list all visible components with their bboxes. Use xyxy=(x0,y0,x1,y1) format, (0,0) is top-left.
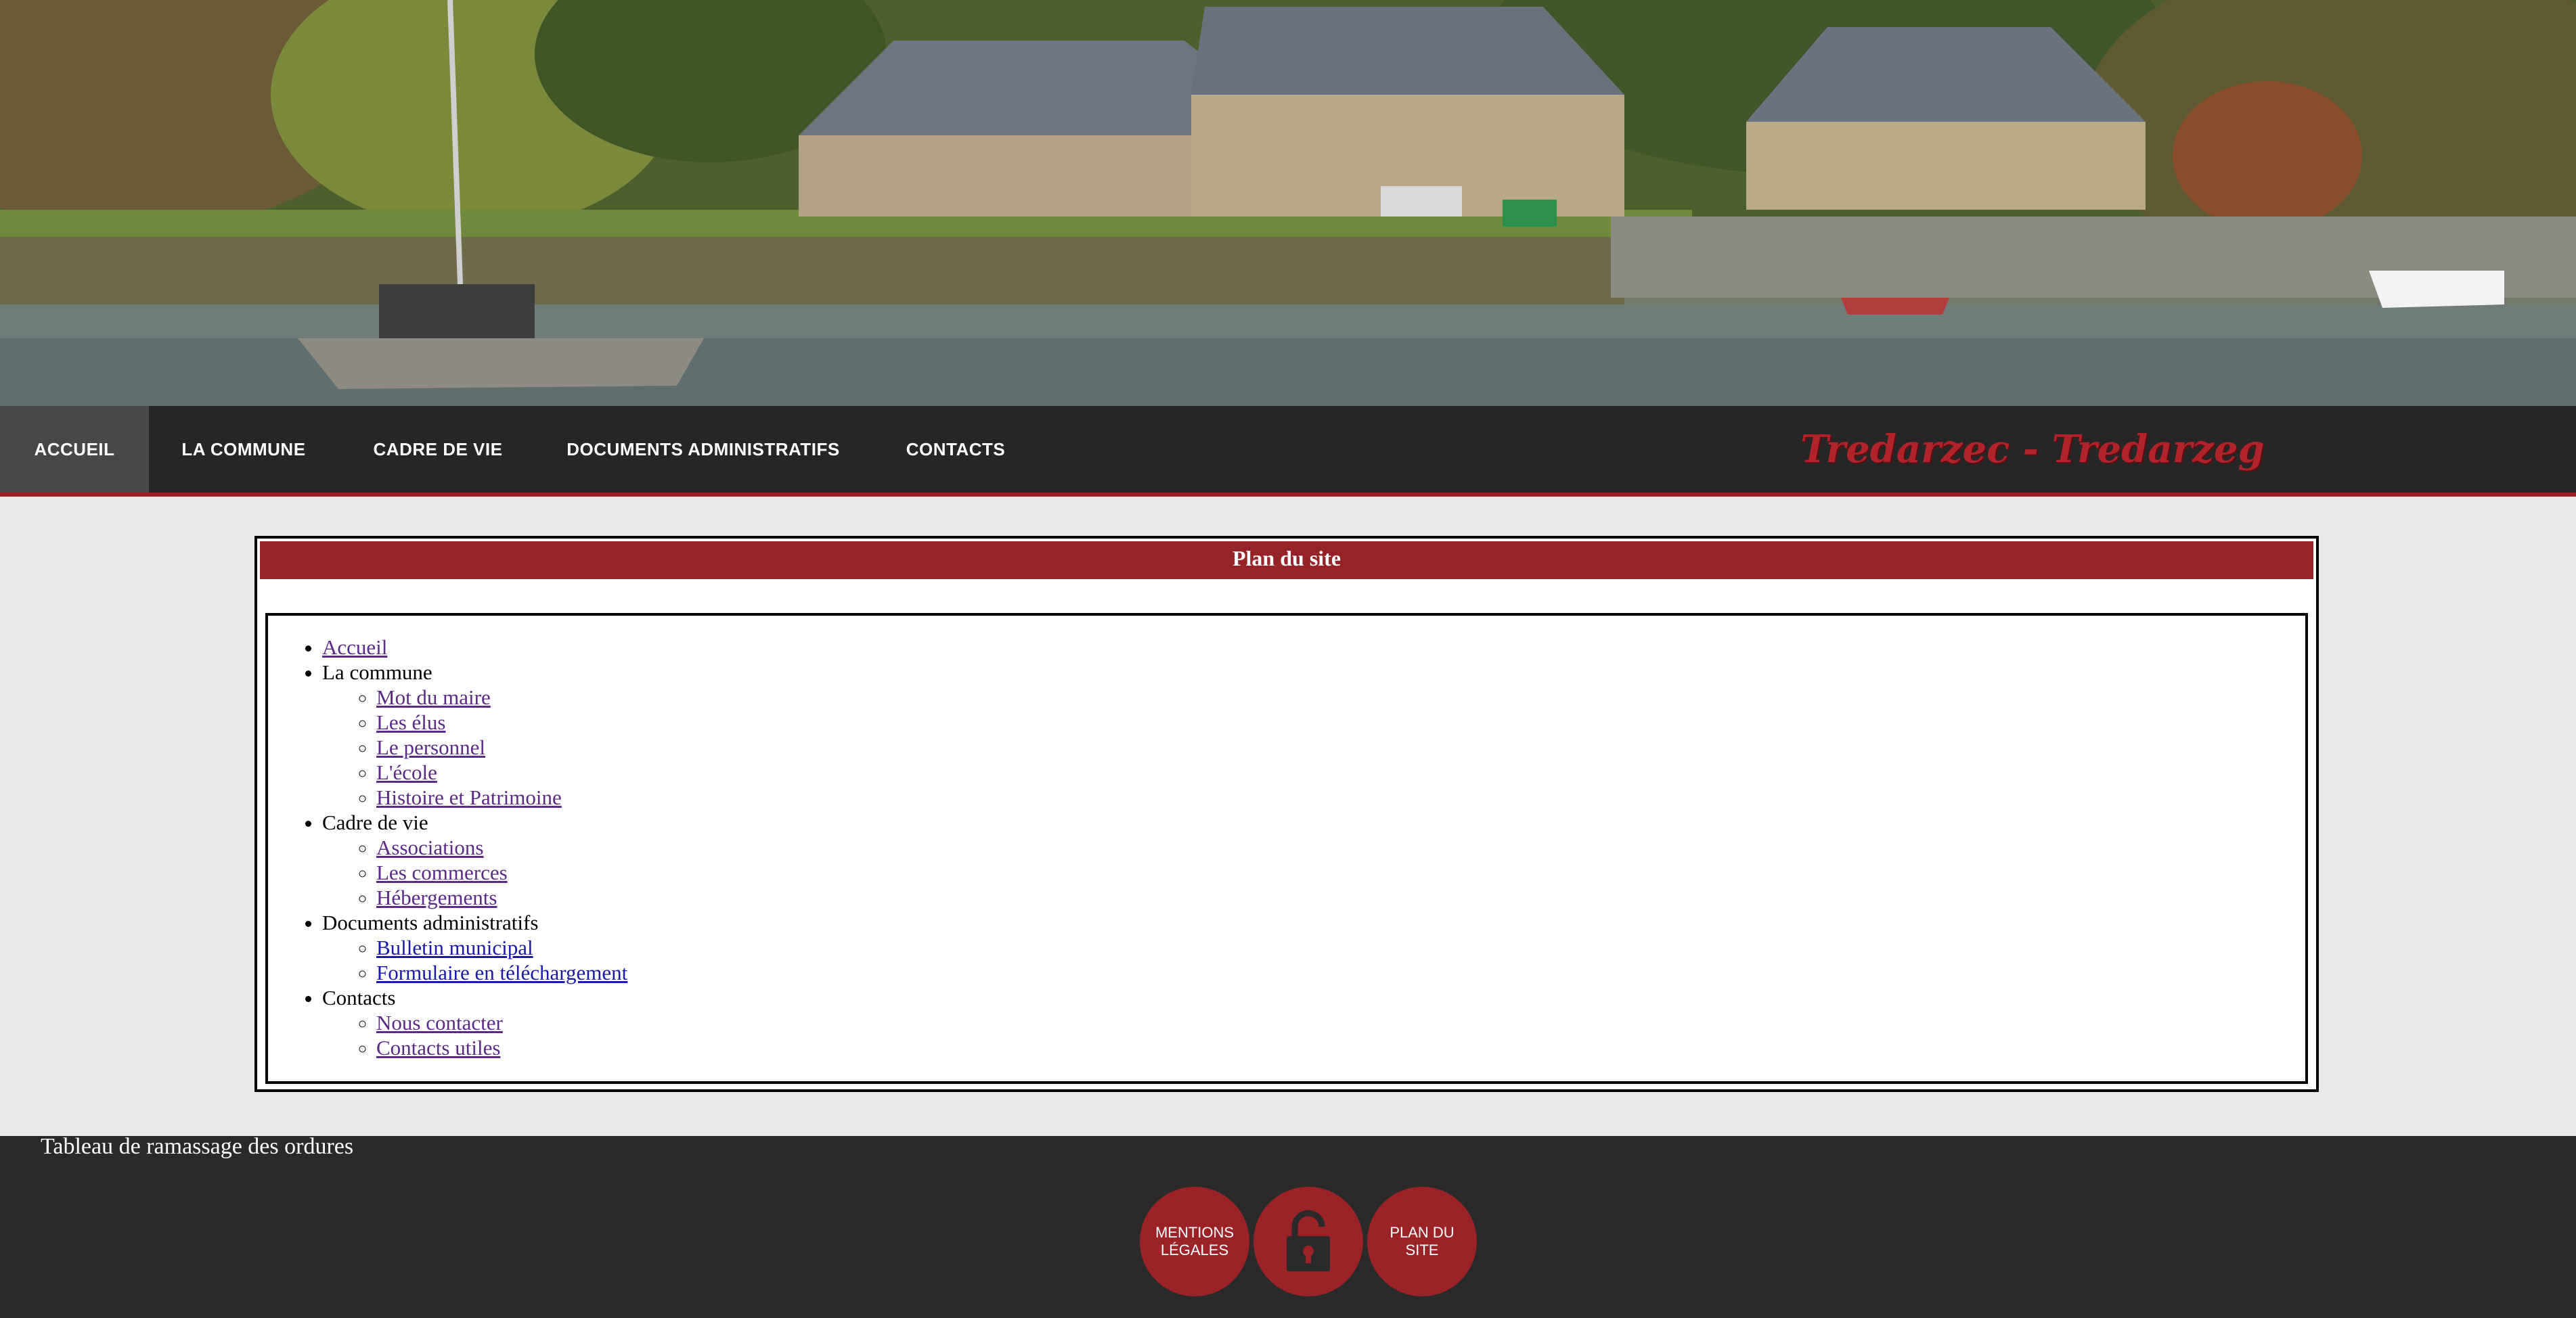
link-mot-du-maire[interactable]: Mot du maire xyxy=(376,685,491,709)
list-item: Formulaire en téléchargement xyxy=(376,960,627,985)
sitemap-title: Plan du site xyxy=(260,541,2313,579)
sitemap-list: Accueil La commune Mot du maire Les élus… xyxy=(322,635,627,1060)
link-histoire-et-patrimoine[interactable]: Histoire et Patrimoine xyxy=(376,786,562,809)
nav-item-documents-administratifs[interactable]: DOCUMENTS ADMINISTRATIFS xyxy=(559,406,847,493)
list-item: Accueil xyxy=(322,635,627,660)
harbor-photo xyxy=(0,0,2576,406)
list-item: Le personnel xyxy=(376,735,627,760)
login-button[interactable] xyxy=(1253,1187,1363,1296)
list-item: L'école xyxy=(376,760,627,785)
link-le-personnel[interactable]: Le personnel xyxy=(376,735,485,759)
list-item: Les commerces xyxy=(376,860,627,885)
nav-item-la-commune[interactable]: LA COMMUNE xyxy=(171,406,317,493)
list-item: Associations xyxy=(376,835,627,860)
footer-link-ramassage-ordures[interactable]: Tableau de ramassage des ordures xyxy=(41,1134,353,1160)
link-les-commerces[interactable]: Les commerces xyxy=(376,861,508,884)
link-contacts-utiles[interactable]: Contacts utiles xyxy=(376,1036,500,1060)
list-item: Hébergements xyxy=(376,885,627,910)
section-label-contacts: Contacts xyxy=(322,986,396,1009)
sitemap-list-container: Accueil La commune Mot du maire Les élus… xyxy=(265,613,2308,1084)
hero-banner-image xyxy=(0,0,2576,406)
mentions-label-line1: MENTIONS xyxy=(1155,1224,1235,1241)
list-item: Histoire et Patrimoine xyxy=(376,785,627,810)
link-formulaire-en-telechargement[interactable]: Formulaire en téléchargement xyxy=(376,961,627,984)
list-item: Mot du maire xyxy=(376,685,627,710)
list-item: Les élus xyxy=(376,710,627,735)
section-label-cadre-de-vie: Cadre de vie xyxy=(322,811,428,834)
list-item: Bulletin municipal xyxy=(376,935,627,960)
lock-icon xyxy=(1287,1210,1330,1271)
list-item: Cadre de vie Associations Les commerces … xyxy=(322,810,627,910)
site-title[interactable]: Tredarzec - Tredarzeg xyxy=(1800,406,2265,493)
link-hebergements[interactable]: Hébergements xyxy=(376,886,497,909)
list-item: Contacts utiles xyxy=(376,1035,627,1060)
list-item: Contacts Nous contacter Contacts utiles xyxy=(322,985,627,1060)
link-les-elus[interactable]: Les élus xyxy=(376,710,445,734)
list-item: Documents administratifs Bulletin munici… xyxy=(322,910,627,985)
plan-du-site-button[interactable]: PLAN DU SITE xyxy=(1367,1187,1477,1296)
nav-item-accueil[interactable]: ACCUEIL xyxy=(0,406,149,493)
plan-label-line1: PLAN DU xyxy=(1390,1224,1454,1241)
link-nous-contacter[interactable]: Nous contacter xyxy=(376,1011,503,1035)
list-item: La commune Mot du maire Les élus Le pers… xyxy=(322,660,627,810)
link-l-ecole[interactable]: L'école xyxy=(376,760,437,784)
mentions-legales-button[interactable]: MENTIONS LÉGALES xyxy=(1140,1187,1249,1296)
link-associations[interactable]: Associations xyxy=(376,836,483,859)
mentions-label-line2: LÉGALES xyxy=(1160,1242,1229,1258)
sitemap-panel: Plan du site Accueil La commune Mot du m… xyxy=(254,536,2319,1092)
link-accueil[interactable]: Accueil xyxy=(322,635,387,659)
section-label-documents-administratifs: Documents administratifs xyxy=(322,911,539,934)
link-bulletin-municipal[interactable]: Bulletin municipal xyxy=(376,936,533,959)
nav-item-cadre-de-vie[interactable]: CADRE DE VIE xyxy=(365,406,510,493)
section-label-la-commune: La commune xyxy=(322,660,432,684)
list-item: Nous contacter xyxy=(376,1010,627,1035)
plan-label-line2: SITE xyxy=(1405,1242,1439,1258)
nav-item-contacts[interactable]: CONTACTS xyxy=(899,406,1013,493)
